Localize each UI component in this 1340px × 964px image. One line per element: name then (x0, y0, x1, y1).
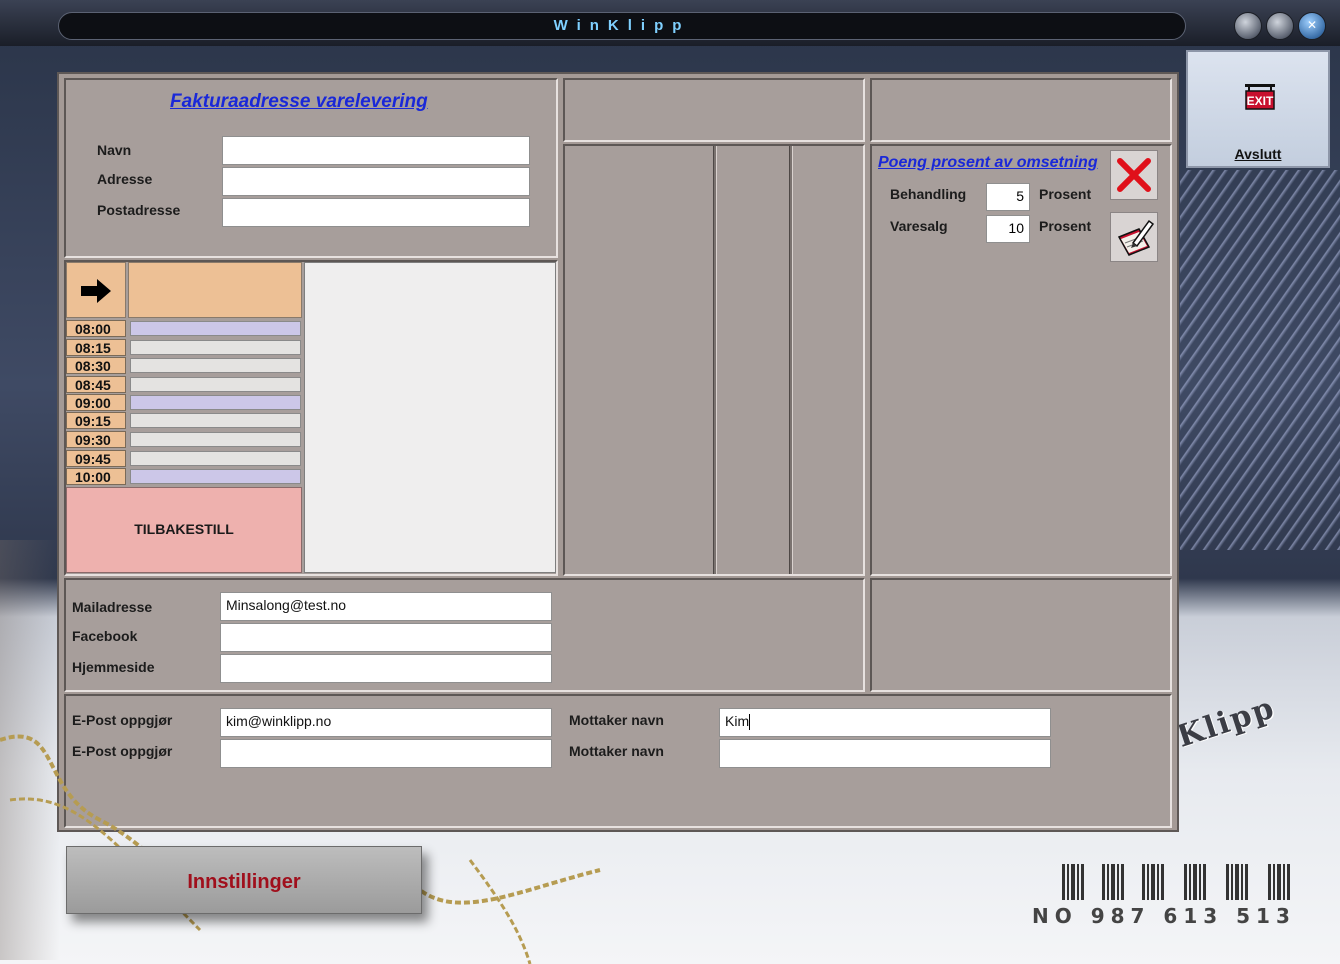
time-slot-label: 08:00 (66, 320, 126, 337)
background-logo-text: Klipp (1173, 690, 1280, 755)
time-slot[interactable]: 09:45 (66, 450, 302, 468)
settings-button-label: Innstillinger (187, 871, 301, 893)
name-label: Navn (97, 142, 132, 158)
top-right-panel (870, 78, 1172, 142)
recipient-name-input[interactable]: Kim (719, 708, 1051, 737)
points-panel: Poeng prosent av omsetning Behandling 5 … (870, 144, 1172, 576)
minimize-button[interactable] (1234, 12, 1262, 40)
exit-button[interactable]: EXIT Avslutt (1186, 50, 1330, 168)
time-slot-label: 09:45 (66, 450, 126, 467)
time-slot-label: 09:00 (66, 394, 126, 411)
time-slot-bar[interactable] (130, 358, 301, 373)
background-swirl-decoration (1180, 170, 1340, 550)
homepage-input[interactable] (220, 654, 552, 683)
time-slot[interactable]: 08:45 (66, 376, 302, 394)
time-slot-label: 09:15 (66, 412, 126, 429)
org-number: NO 987 613 513 (1032, 904, 1296, 928)
points-title[interactable]: Poeng prosent av omsetning (878, 154, 1098, 172)
time-slot-label: 09:30 (66, 431, 126, 448)
app-window: Klipp WinKlipp ✕ EXIT Avslutt Fakturaadr… (0, 0, 1340, 964)
maximize-button[interactable] (1266, 12, 1294, 40)
edit-button[interactable] (1110, 212, 1158, 262)
treatment-label: Behandling (890, 186, 967, 202)
time-slot[interactable]: 08:00 (66, 320, 302, 338)
treatment-percent-input[interactable]: 5 (986, 183, 1030, 211)
postal-address-label: Postadresse (97, 202, 181, 218)
schedule-arrow-button[interactable] (66, 262, 126, 318)
time-slot-label: 08:30 (66, 357, 126, 374)
address-input[interactable] (222, 167, 530, 196)
svg-text:EXIT: EXIT (1247, 94, 1274, 108)
sales-label: Varesalg (890, 218, 948, 234)
invoice-address-title[interactable]: Fakturaadresse varelevering (170, 91, 428, 113)
contact-side-panel (870, 578, 1172, 692)
red-x-icon (1117, 158, 1151, 192)
notepad-pencil-icon (1117, 219, 1155, 256)
time-slot[interactable]: 08:30 (66, 357, 302, 375)
time-slot-label: 08:15 (66, 339, 126, 356)
top-middle-panel (563, 78, 865, 142)
time-slot[interactable]: 08:15 (66, 339, 302, 357)
time-slot[interactable]: 10:00 (66, 468, 302, 486)
window-title: WinKlipp (553, 17, 691, 34)
time-slot-list: 08:00 08:15 08:30 08:45 09:00 09:15 09:3… (66, 320, 302, 486)
treatment-unit: Prosent (1039, 186, 1092, 202)
time-slot-bar[interactable] (130, 340, 301, 355)
name-input[interactable] (222, 136, 530, 165)
time-slot-label: 08:45 (66, 376, 126, 393)
facebook-label: Facebook (72, 628, 138, 644)
text-caret (749, 714, 751, 731)
title-bar[interactable]: WinKlipp ✕ (0, 0, 1340, 46)
settings-button[interactable]: Innstillinger (66, 846, 422, 914)
time-slot-bar[interactable] (130, 377, 301, 392)
close-button[interactable]: ✕ (1298, 12, 1326, 40)
title-pill: WinKlipp (58, 12, 1186, 40)
schedule-detail-area (304, 262, 556, 573)
schedule-header (128, 262, 302, 318)
exit-label: Avslutt (1234, 146, 1282, 162)
reset-button-label: TILBAKESTILL (134, 521, 234, 537)
recipient-name-input-2[interactable] (719, 739, 1051, 768)
time-slot-bar[interactable] (130, 321, 301, 336)
contact-panel: Mailadresse Minsalong@test.no Facebook H… (64, 578, 865, 692)
mail-input[interactable]: Minsalong@test.no (220, 592, 552, 621)
recipient-name-value: Kim (725, 713, 750, 729)
time-slot[interactable]: 09:00 (66, 394, 302, 412)
time-slot-bar[interactable] (130, 451, 301, 466)
facebook-input[interactable] (220, 623, 552, 652)
column-divider (713, 146, 717, 574)
time-slot-bar[interactable] (130, 432, 301, 447)
column-divider (789, 146, 793, 574)
right-arrow-icon (81, 279, 111, 303)
time-slot-bar[interactable] (130, 395, 301, 410)
reset-button[interactable]: TILBAKESTILL (66, 487, 302, 573)
invoice-address-panel: Fakturaadresse varelevering Navn Adresse… (64, 78, 558, 258)
exit-sign-icon: EXIT (1245, 84, 1275, 110)
homepage-label: Hjemmeside (72, 659, 155, 675)
rope-decoration (0, 734, 601, 964)
time-slot-bar[interactable] (130, 413, 301, 428)
time-slot[interactable]: 09:15 (66, 412, 302, 430)
address-label: Adresse (97, 171, 153, 187)
postal-address-input[interactable] (222, 198, 530, 227)
time-slot-label: 10:00 (66, 468, 126, 485)
delete-button[interactable] (1110, 150, 1158, 200)
sales-unit: Prosent (1039, 218, 1092, 234)
mail-label: Mailadresse (72, 599, 153, 615)
sales-percent-input[interactable]: 10 (986, 215, 1030, 243)
time-slot-bar[interactable] (130, 469, 301, 484)
close-icon: ✕ (1306, 18, 1318, 32)
barcode-icon (1062, 864, 1290, 900)
time-slot[interactable]: 09:30 (66, 431, 302, 449)
